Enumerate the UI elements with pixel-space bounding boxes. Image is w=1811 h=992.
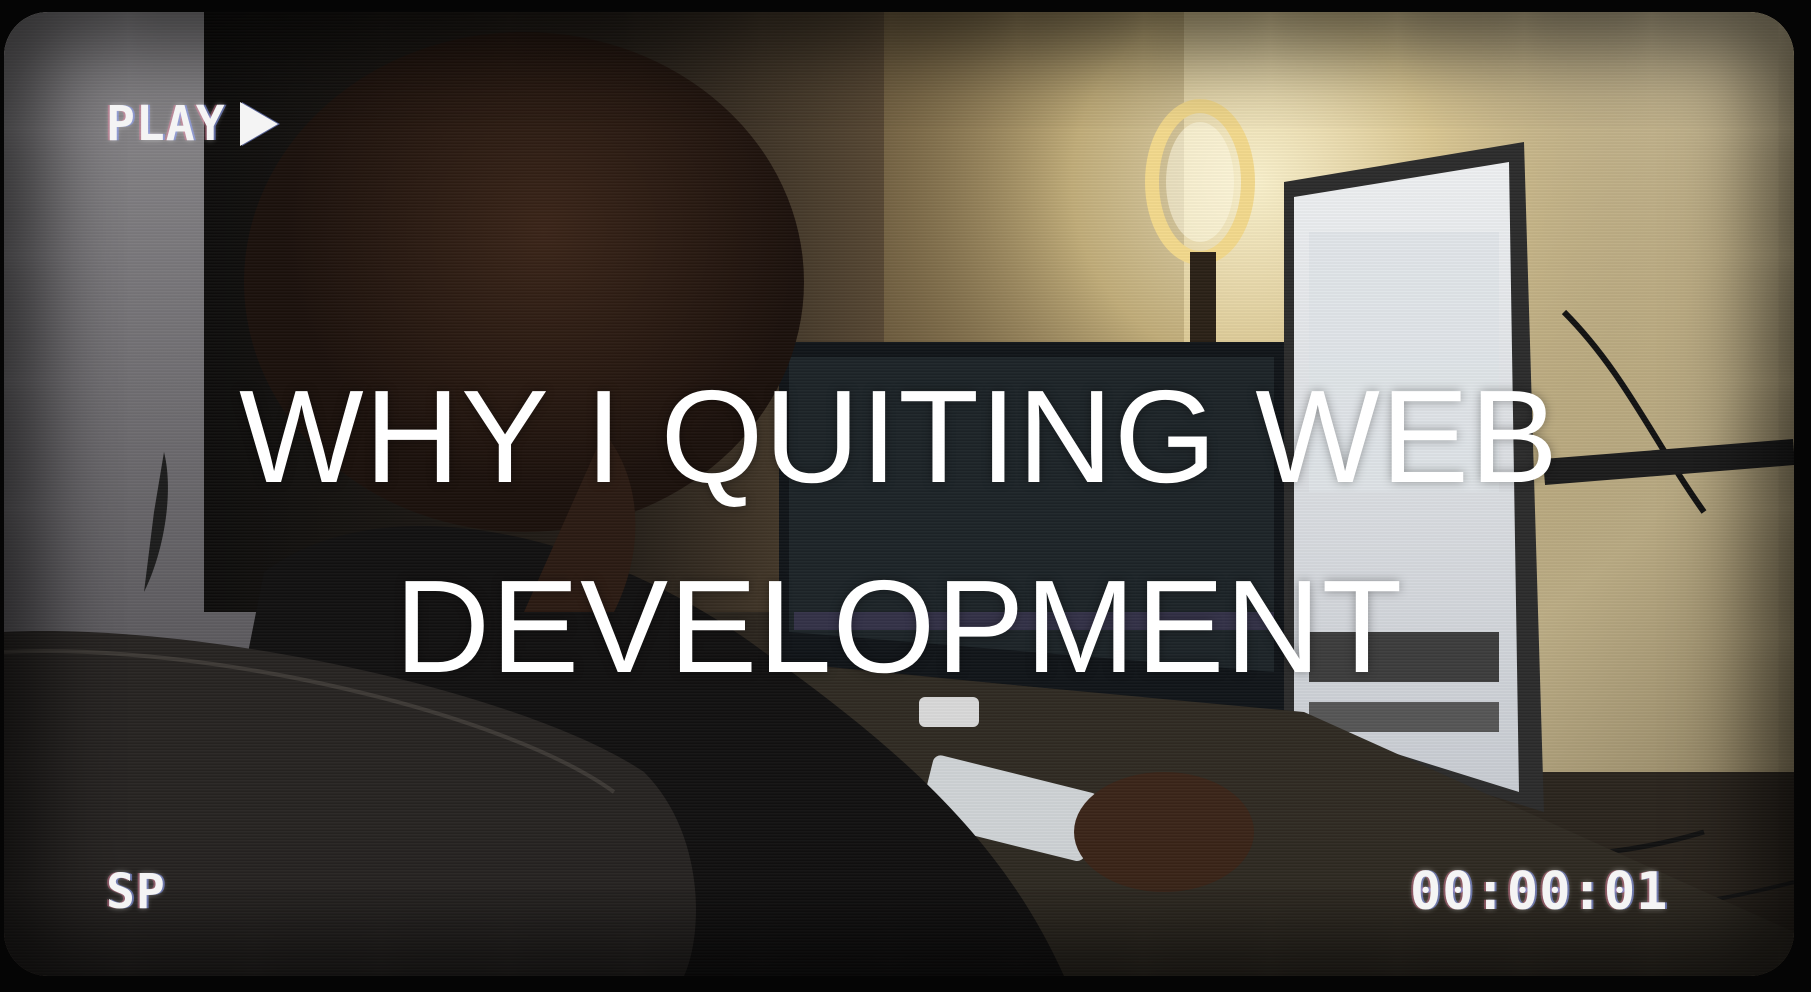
title-line-2: DEVELOPMENT bbox=[394, 553, 1404, 700]
tape-counter: 00:00:01 bbox=[1410, 862, 1669, 922]
tape-speed-label: SP bbox=[106, 864, 166, 920]
video-title: WHY I QUITING WEB DEVELOPMENT bbox=[4, 342, 1794, 722]
title-line-1: WHY I QUITING WEB bbox=[239, 363, 1559, 510]
play-indicator: PLAY bbox=[106, 96, 278, 152]
vhs-frame: PLAY SP 00:00:01 WHY I QUITING WEB DEVEL… bbox=[0, 0, 1811, 992]
play-label: PLAY bbox=[106, 96, 226, 152]
play-triangle-icon bbox=[239, 102, 278, 146]
video-screen: PLAY SP 00:00:01 WHY I QUITING WEB DEVEL… bbox=[4, 12, 1794, 976]
